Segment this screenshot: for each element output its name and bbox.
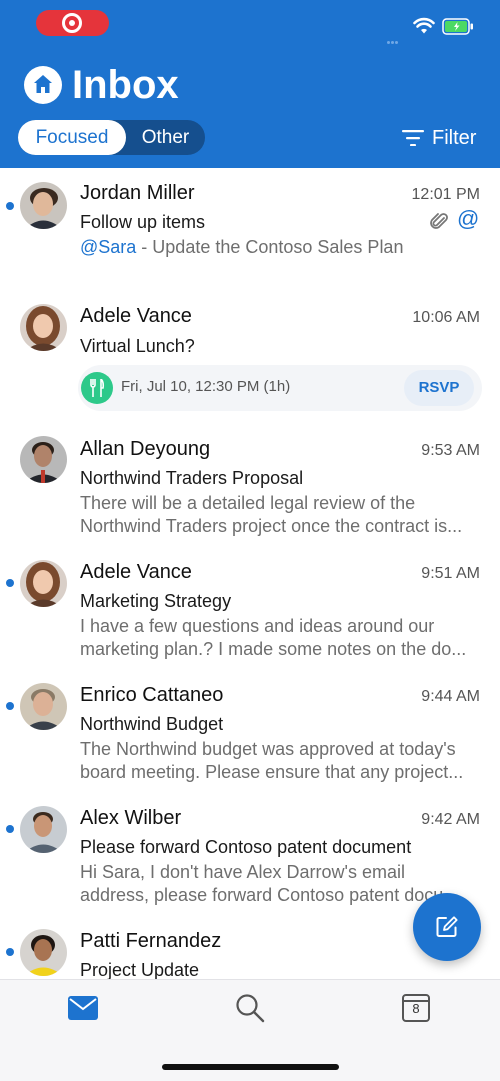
message-time: 10:06 AM	[412, 309, 480, 326]
attachment-icon	[430, 213, 448, 229]
sender-name: Enrico Cattaneo	[80, 684, 224, 706]
message-time: 9:51 AM	[421, 565, 480, 582]
message-time: 9:53 AM	[421, 442, 480, 459]
message-subject: Follow up items	[80, 212, 206, 232]
message-subject: Northwind Budget	[80, 714, 224, 734]
message-time: 9:42 AM	[421, 811, 480, 828]
bottom-tab-bar: 8	[0, 979, 500, 1081]
tab-other[interactable]: Other	[126, 120, 205, 155]
message-subject: Marketing Strategy	[80, 591, 232, 611]
avatar	[20, 560, 67, 607]
home-icon[interactable]	[24, 66, 62, 104]
avatar	[20, 304, 67, 351]
unread-indicator	[6, 948, 14, 956]
rsvp-button[interactable]: RSVP	[404, 370, 474, 406]
unread-indicator	[6, 202, 14, 210]
filter-button[interactable]: Filter	[402, 124, 476, 152]
unread-indicator	[6, 825, 14, 833]
message-subject: Please forward Contoso patent document	[80, 837, 412, 857]
calendar-icon[interactable]: 8	[402, 992, 430, 1022]
mention-icon: @	[457, 206, 480, 231]
sender-name: Patti Fernandez	[80, 930, 222, 952]
sender-name: Adele Vance	[80, 561, 192, 583]
avatar	[20, 436, 67, 483]
message-time: 9:44 AM	[421, 688, 480, 705]
signal-icon	[387, 31, 399, 44]
message-preview: I have a few questions and ideas around …	[80, 615, 480, 661]
battery-icon	[442, 18, 473, 35]
message-preview: The Northwind budget was approved at tod…	[80, 738, 480, 784]
preview-line: address, please forward Contoso patent d…	[80, 885, 459, 905]
tab-focused[interactable]: Focused	[18, 120, 126, 155]
compose-icon	[436, 916, 458, 937]
sender-name: Allan Deyoung	[80, 438, 211, 460]
preview-line: There will be a detailed legal review of…	[80, 493, 416, 513]
home-indicator	[162, 1064, 339, 1070]
message-subject: Project Update	[80, 960, 200, 980]
message-preview: @Sara - Update the Contoso Sales Plan	[80, 236, 480, 259]
page-title: Inbox	[72, 63, 179, 107]
sender-name: Alex Wilber	[80, 807, 182, 829]
sender-name: Jordan Miller	[80, 182, 195, 204]
preview-line: Northwind Traders project once the contr…	[80, 516, 463, 536]
message-subject: Virtual Lunch?	[80, 336, 195, 356]
dining-icon	[81, 372, 113, 404]
event-card[interactable]: Fri, Jul 10, 12:30 PM (1h) RSVP	[78, 365, 482, 411]
mail-icon[interactable]	[68, 996, 98, 1020]
wifi-icon	[413, 17, 435, 34]
screen-recording-indicator[interactable]	[36, 10, 109, 36]
message-subject: Northwind Traders Proposal	[80, 468, 304, 488]
preview-line: marketing plan.? I made some notes on th…	[80, 639, 467, 659]
preview-line: The Northwind budget was approved at tod…	[80, 739, 456, 759]
message-preview: Hi Sara, I don't have Alex Darrow's emai…	[80, 861, 458, 907]
inbox-segmented-control: Focused Other	[18, 120, 205, 155]
mention-text: @Sara	[80, 237, 137, 257]
unread-indicator	[6, 579, 14, 587]
preview-line: I have a few questions and ideas around …	[80, 616, 435, 636]
filter-label: Filter	[432, 127, 477, 149]
avatar	[20, 929, 67, 976]
compose-button[interactable]	[413, 893, 481, 961]
message-time: 12:01 PM	[411, 186, 480, 203]
preview-line: board meeting. Please ensure that any pr…	[80, 762, 464, 782]
preview-text: - Update the Contoso Sales Plan	[136, 237, 404, 257]
avatar	[20, 806, 67, 853]
avatar	[20, 182, 67, 229]
message-preview: There will be a detailed legal review of…	[80, 492, 480, 538]
filter-icon	[402, 130, 424, 146]
avatar	[20, 683, 67, 730]
calendar-day: 8	[412, 1001, 420, 1016]
sender-name: Adele Vance	[80, 305, 192, 327]
record-icon	[62, 13, 82, 33]
app-header: Inbox Focused Other Filter	[0, 0, 500, 168]
preview-line: Hi Sara, I don't have Alex Darrow's emai…	[80, 862, 406, 882]
search-icon[interactable]	[235, 993, 265, 1023]
event-datetime: Fri, Jul 10, 12:30 PM (1h)	[121, 378, 291, 395]
unread-indicator	[6, 702, 14, 710]
